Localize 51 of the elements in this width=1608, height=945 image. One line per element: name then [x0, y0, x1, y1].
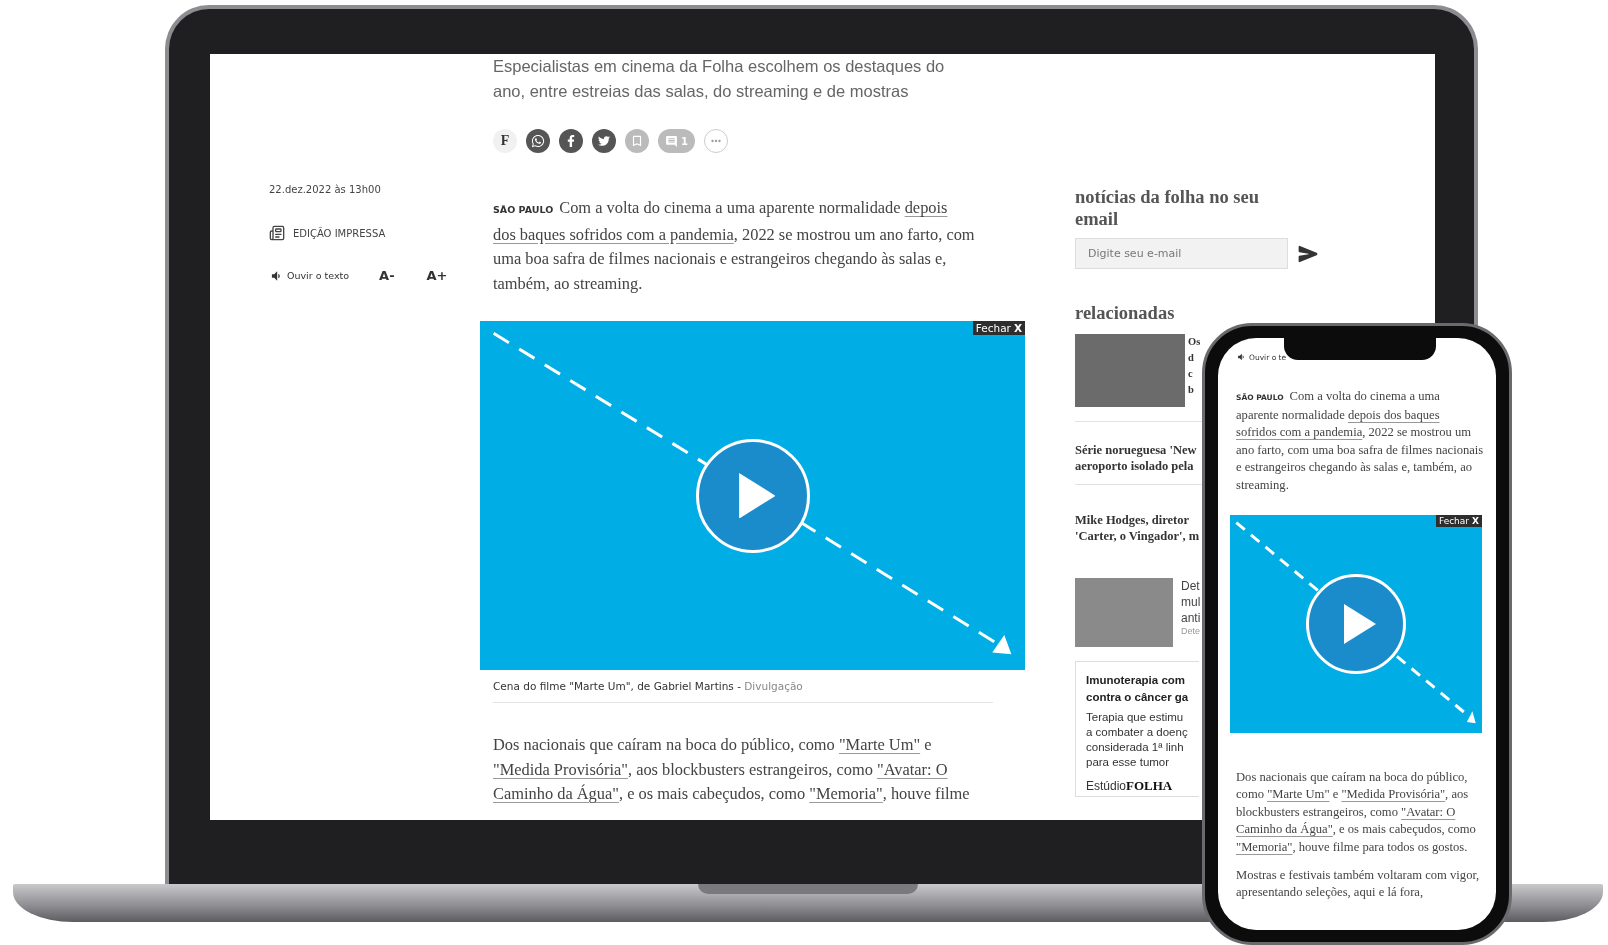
ad-title: Imunoterapia com contra o câncer ga [1086, 673, 1190, 705]
article-link[interactable]: "Avatar: O [876, 759, 948, 779]
whatsapp-icon [531, 134, 545, 148]
article-link[interactable]: "Memoria" [809, 784, 883, 803]
twitter-button[interactable] [592, 129, 616, 153]
article-link[interactable]: Caminho da Água" [1236, 822, 1333, 837]
article-paragraph: SÃO PAULO Com a volta do cinema a uma aparente normalidade depois dos baques sofridos com a pandemia, 2022 se mostrou um ano farto, com uma boa safra de filmes nacionais e estrangeiros chegando às salas e, também, ao streaming. [493, 197, 976, 295]
newsletter-title: notícias da folha no seu email [1075, 186, 1260, 230]
article-link[interactable]: depois dos baques [1347, 407, 1440, 422]
article-link[interactable]: "Memoria" [1236, 839, 1293, 854]
folha-button[interactable]: F [493, 129, 517, 153]
send-button[interactable] [1298, 243, 1318, 264]
speaker-icon [1236, 352, 1246, 362]
article-link[interactable]: dos baques sofridos com a pandemia [493, 224, 734, 244]
facebook-button[interactable] [559, 129, 583, 153]
article-link[interactable]: Caminho da Água" [493, 784, 619, 803]
font-larger-button[interactable]: A+ [426, 268, 448, 283]
headline-link[interactable]: Mike Hodges, diretor 'Carter, o Vingador', m [1075, 512, 1200, 544]
article-link[interactable]: "Medida Provisória" [493, 759, 628, 779]
headline-link[interactable]: Det mul anti [1181, 578, 1201, 626]
article-paragraph: Mostras e festivais também voltaram com vigor, apresentando seleções, aqui e lá fora, [1236, 866, 1481, 902]
whatsapp-button[interactable] [526, 129, 550, 153]
article-link[interactable]: "Medida Provisória" [1341, 787, 1446, 802]
comment-icon [665, 134, 678, 148]
bird-icon [598, 135, 610, 147]
print-edition-label: EDIÇÃO IMPRESSA [293, 227, 386, 239]
article-subtitle: Especialistas em cinema da Folha escolhem os destaques do ano, entre estreias das salas, do streaming e de mostras [492, 56, 946, 102]
article-link[interactable]: "Marte Um" [1267, 787, 1330, 802]
newspaper-icon [269, 225, 285, 241]
font-smaller-button[interactable]: A- [379, 268, 395, 283]
close-button[interactable]: Fechar X [972, 321, 1025, 335]
send-icon [1298, 243, 1318, 264]
article-link[interactable]: "Marte Um" [838, 735, 921, 754]
headline-link[interactable]: Série norueguesa 'New aeroporto isolado pela [1075, 442, 1197, 474]
bookmark-icon [630, 134, 644, 148]
related-title: relacionadas [1075, 302, 1176, 324]
ad-card[interactable]: Imunoterapia com contra o câncer ga Terapia que estimu a combater a doenç considerada 1ª linh para esse tumor EstúdioFOLHA [1075, 661, 1199, 797]
source-label: Dete [1181, 626, 1201, 636]
article-paragraph: Dos nacionais que caíram na boca do público, como "Marte Um" e "Medida Provisória", aos blockbusters estrangeiros, como "Avatar: O Caminho da Água", e os mais cabeçudos, como "Memoria", houve filme [493, 734, 971, 805]
image-caption: Cena do filme "Marte Um", de Gabriel Martins - Divulgação [493, 680, 993, 703]
article-link[interactable]: depois [904, 198, 948, 217]
article-paragraph: Dos nacionais que caíram na boca do público, como "Marte Um" e "Medida Provisória", aos blockbusters estrangeiros, como "Avatar: O Caminho da Água", e os mais cabeçudos, como "Memoria", houve filme para todos os gostos. [1236, 768, 1477, 856]
email-field[interactable]: Digite seu e-mail [1075, 238, 1288, 269]
ad-text: Terapia que estimu a combater a doenç considerada 1ª linh para esse tumor [1086, 710, 1189, 770]
article-link[interactable]: "Avatar: O [1401, 804, 1456, 819]
publish-date: 22.dez.2022 às 13h00 [269, 184, 382, 195]
sponsor-logo: EstúdioFOLHA [1086, 778, 1173, 794]
close-button[interactable]: Fechar X [1435, 514, 1482, 527]
listen-button[interactable]: Ouvir o texto [269, 268, 350, 283]
headline-link[interactable]: Os d c b [1188, 334, 1201, 407]
facebook-icon [565, 135, 577, 147]
